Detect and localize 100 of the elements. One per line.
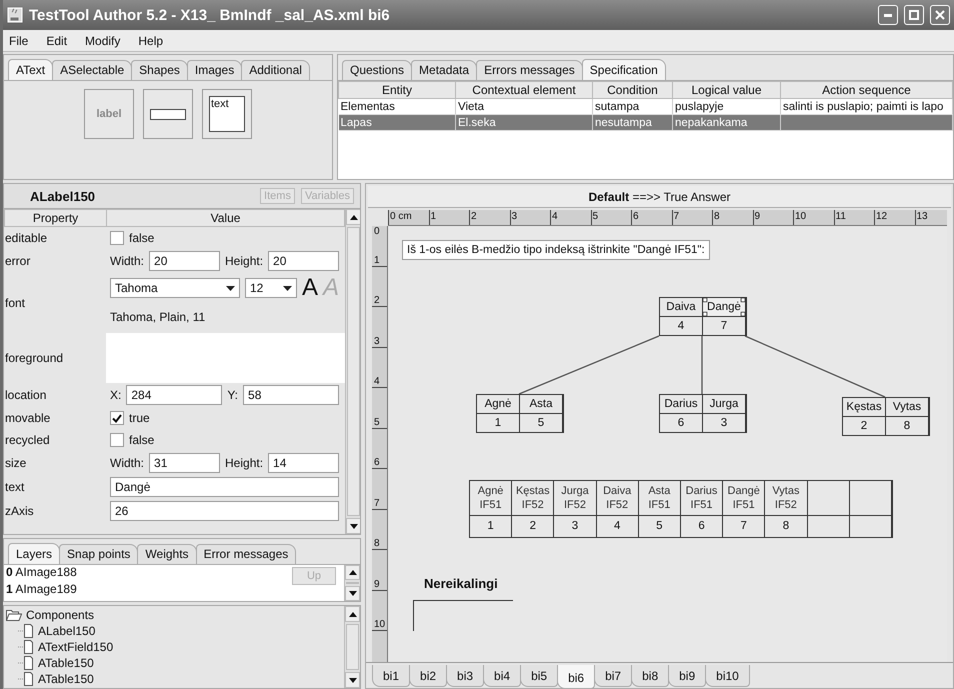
page-tab[interactable]: bi10 [705,665,750,687]
input-field[interactable]: 14 [268,453,340,473]
table-cell: Elementas [338,98,456,114]
scroll-up-icon [348,612,356,616]
caret-icon [283,286,292,290]
table-cell: Vieta [456,98,592,114]
checkmark-icon [112,414,122,422]
tab[interactable]: AText [8,59,54,80]
tab[interactable]: ASelectable [52,60,132,80]
node-value: 7 [703,317,746,335]
tab[interactable]: Error messages [196,544,296,564]
font-style-button[interactable]: A [302,276,318,300]
entry-name: Jurga [561,484,589,498]
tab[interactable]: Additional [241,60,310,80]
entry-name: Daiva [603,484,632,498]
field-label: Height: [225,254,264,268]
maximize-icon [909,10,919,20]
node-value: 5 [520,414,563,432]
text-area-tool[interactable]: text [202,89,252,139]
column-header[interactable]: Condition [592,82,672,98]
property-name: size [4,455,28,472]
color-swatch[interactable] [106,333,346,383]
column-header[interactable]: Contextual element [456,82,592,98]
menu-item[interactable]: Edit [46,34,68,48]
page-tab[interactable]: bi4 [483,665,522,687]
tree-item[interactable]: Components [4,606,344,623]
checkbox[interactable] [110,411,124,425]
node-value: 3 [703,414,746,432]
tab[interactable]: Metadata [411,60,478,80]
page-tab[interactable]: bi8 [631,665,670,687]
checkbox[interactable] [110,231,124,245]
tab[interactable]: Specification [582,59,666,80]
entry-code: IF51 [690,498,713,512]
column-header[interactable]: Property [4,210,106,226]
minimize-button[interactable] [878,5,898,25]
tab[interactable]: Errors messages [476,60,583,80]
question-text: Iš 1-os eilės B-medžio tipo indeksą ištrinkite "Dangė IF51": [402,240,710,260]
table-cell: puslapyje [672,98,780,114]
input-field[interactable]: 26 [110,501,340,521]
menu-item[interactable]: Help [138,34,164,48]
tab[interactable]: Snap points [59,544,138,564]
scroll-down-icon [348,678,356,682]
scrollbar[interactable] [344,606,360,688]
horizontal-ruler: 0 cm 1 2 3 4 5 6 7 8 9 10 11 12 13 [388,210,947,226]
entry-code: IF52 [564,498,586,512]
property-name: font [4,295,26,312]
font-size-dropdown[interactable]: 12 [245,278,297,298]
input-field[interactable]: 58 [243,385,340,405]
tab[interactable]: Weights [137,544,197,564]
close-button[interactable] [930,5,950,25]
layer-item[interactable]: 1 AImage189 [4,582,284,599]
entry-value: 7 [723,516,766,537]
input-field[interactable]: 31 [149,453,220,473]
scrollbar[interactable] [345,209,360,534]
column-header[interactable]: Action sequence [780,82,952,98]
maximize-button[interactable] [904,5,924,25]
page-tab[interactable]: bi1 [372,665,410,687]
window-title: TestTool Author 5.2 - X13_ BmIndf _sal_AS.xml bi6 [29,6,391,24]
font-family-dropdown[interactable]: Tahoma [110,278,240,298]
entry-value: 4 [596,516,639,537]
property-name: editable [4,230,48,247]
text-field-tool[interactable] [143,89,193,139]
page-tab[interactable]: bi5 [520,665,558,687]
menu-item[interactable]: Modify [85,34,120,48]
page-tab[interactable]: bi9 [668,665,706,687]
canvas-title: Default ==>> True Answer [368,186,951,208]
tab[interactable]: Questions [342,60,412,80]
page-tab[interactable]: bi7 [594,665,632,687]
property-name: foreground [4,350,64,367]
checkbox[interactable] [110,433,124,447]
node-key: Vytas [886,398,929,417]
scroll-down-icon [348,591,356,596]
document-icon [18,656,34,670]
input-field[interactable]: Dangė [110,477,340,497]
page-tab[interactable]: bi3 [446,665,484,687]
tree-item[interactable]: ATable150 [4,655,344,671]
layer-item[interactable]: 0 AImage188 [4,565,284,582]
column-header[interactable]: Entity [338,82,456,98]
node-key: Darius [660,395,703,414]
tab[interactable]: Images [186,60,242,80]
entry-value: 3 [554,516,597,537]
column-header[interactable]: Value [106,210,345,226]
input-field[interactable]: 20 [268,251,340,271]
page-tab[interactable]: bi6 [557,665,596,689]
menu-item[interactable]: File [9,34,28,48]
page-tab[interactable]: bi2 [409,665,448,687]
entry-value: 8 [765,516,808,537]
column-header[interactable]: Logical value [672,82,780,98]
tree-item[interactable]: ATextField150 [4,639,344,655]
entry-code: IF52 [774,498,797,512]
node-value: 2 [843,417,886,435]
scrollbar[interactable] [344,565,360,601]
input-field[interactable]: 20 [149,251,220,271]
tab[interactable]: Layers [8,543,60,564]
tree-item[interactable]: ATable150 [4,671,344,687]
tree-edge [701,336,703,394]
node-key: Dangė [703,298,746,317]
input-field[interactable]: 284 [126,385,222,405]
tree-item[interactable]: ALabel150 [4,623,344,639]
tab[interactable]: Shapes [131,60,188,80]
